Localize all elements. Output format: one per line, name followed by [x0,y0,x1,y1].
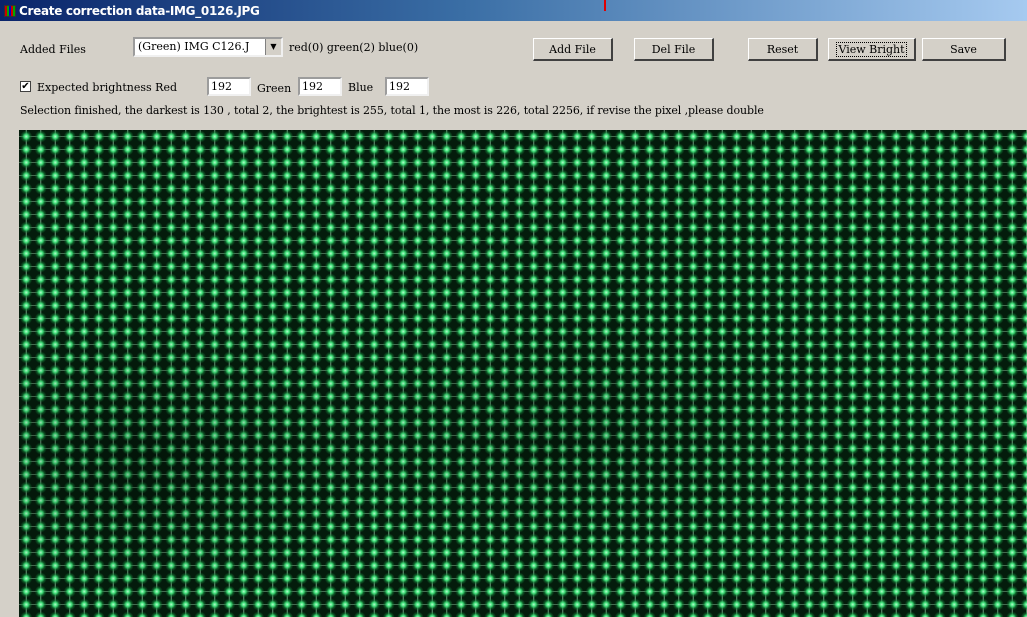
save-label: Save [950,42,977,56]
led-image-preview[interactable] [19,130,1027,617]
red-value: 192 [211,80,232,93]
blue-label: Blue [348,81,374,94]
file-select-value: (Green) IMG C126.J [138,40,250,53]
chevron-down-icon[interactable]: ▼ [265,39,281,55]
green-input[interactable]: 192 [298,77,342,96]
green-value: 192 [302,80,323,93]
expected-brightness-checkbox[interactable]: ✔ [20,81,31,92]
title-bar[interactable]: Create correction data-IMG_0126.JPG [0,0,1027,21]
reset-button[interactable]: Reset [748,38,818,61]
view-bright-label: View Bright [836,41,907,57]
expected-brightness-label: Expected brightness Red [37,81,177,94]
added-files-label: Added Files [20,43,86,56]
app-window: Create correction data-IMG_0126.JPG Adde… [0,0,1027,617]
app-icon [4,4,16,17]
window-title: Create correction data-IMG_0126.JPG [19,3,260,18]
save-button[interactable]: Save [922,38,1006,61]
file-counts: red(0) green(2) blue(0) [289,41,419,54]
reset-label: Reset [766,42,799,56]
red-input[interactable]: 192 [207,77,251,96]
del-file-button[interactable]: Del File [634,38,714,61]
view-bright-button[interactable]: View Bright [828,38,916,61]
blue-value: 192 [389,80,410,93]
file-select[interactable]: (Green) IMG C126.J ▼ [133,37,283,57]
del-file-label: Del File [651,42,696,56]
add-file-button[interactable]: Add File [533,38,613,61]
status-message: Selection finished, the darkest is 130 ,… [20,104,764,117]
blue-input[interactable]: 192 [385,77,429,96]
checkmark-icon: ✔ [21,81,30,92]
add-file-label: Add File [549,42,596,56]
green-label: Green [257,82,292,95]
red-marker [604,0,606,11]
